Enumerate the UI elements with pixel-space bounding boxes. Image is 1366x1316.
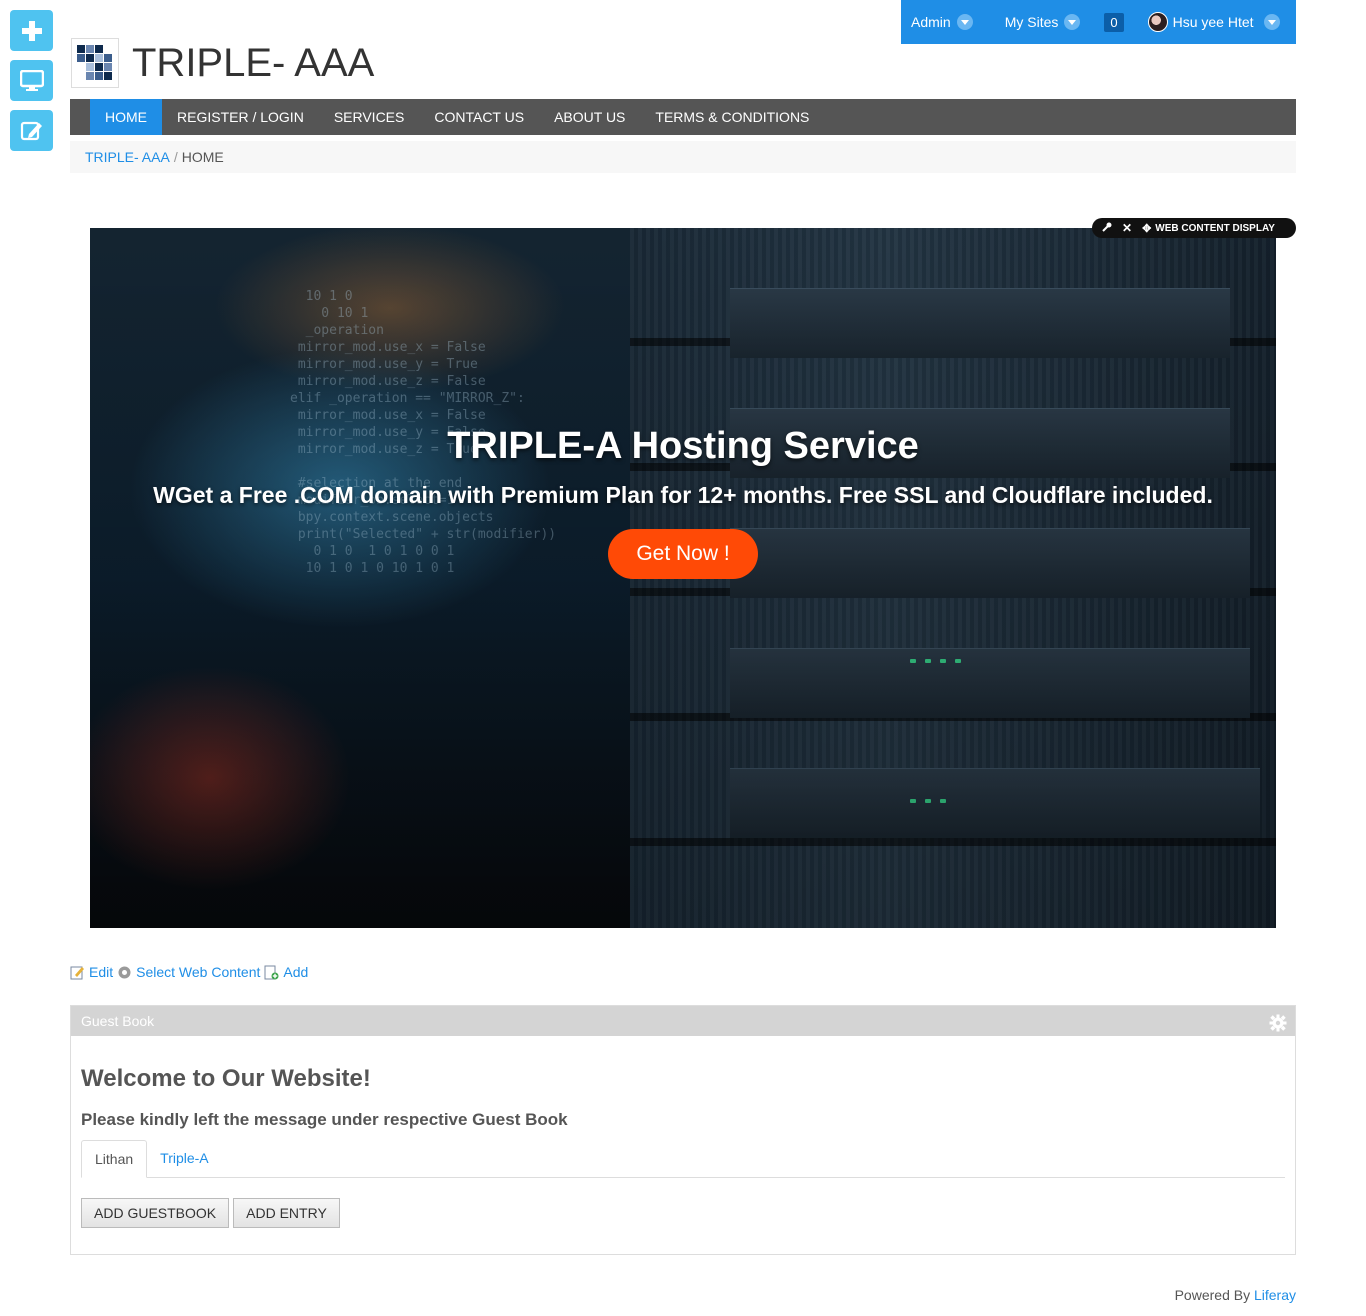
add-guestbook-button[interactable]: ADD GUESTBOOK: [81, 1198, 230, 1228]
user-menu[interactable]: Hsu yee Htet: [1134, 0, 1290, 44]
footer: Powered By Liferay: [1175, 1287, 1296, 1303]
edit-controls-button[interactable]: [10, 110, 53, 151]
tab-triple-a[interactable]: Triple-A: [147, 1140, 222, 1177]
tab-lithan[interactable]: Lithan: [81, 1140, 148, 1178]
hero-title: TRIPLE-A Hosting Service: [447, 425, 919, 467]
guestbook-actions: ADD GUESTBOOK ADD ENTRY: [81, 1198, 1285, 1228]
preview-button[interactable]: [10, 60, 53, 101]
edit-icon: [20, 120, 44, 142]
guestbook-heading: Welcome to Our Website!: [81, 1065, 371, 1092]
portlet-title: WEB CONTENT DISPLAY: [1155, 222, 1275, 234]
chevron-down-icon: [1064, 14, 1081, 30]
edit-label: Edit: [89, 964, 114, 980]
guestbook-tabs: Lithan Triple-A: [81, 1140, 1285, 1178]
nav-item-register-login[interactable]: REGISTER / LOGIN: [162, 99, 319, 135]
wrench-icon[interactable]: [1102, 222, 1112, 235]
notification-count: 0: [1104, 12, 1124, 32]
nav-item-services[interactable]: SERVICES: [319, 99, 420, 135]
site-logo[interactable]: TRIPLE- AAA: [71, 38, 374, 88]
add-button[interactable]: [10, 10, 53, 51]
nav-item-about-us[interactable]: ABOUT US: [539, 99, 640, 135]
select-web-content-label: Select Web Content: [136, 964, 261, 980]
control-dock: [10, 10, 54, 160]
notifications[interactable]: 0: [1090, 0, 1133, 44]
nav-item-terms[interactable]: TERMS & CONDITIONS: [640, 99, 824, 135]
add-link[interactable]: Add: [264, 964, 308, 980]
add-entry-button[interactable]: ADD ENTRY: [233, 1198, 340, 1228]
liferay-link[interactable]: Liferay: [1254, 1287, 1296, 1303]
portlet-topper: ✕ ✥ WEB CONTENT DISPLAY: [1092, 218, 1296, 238]
breadcrumb-separator: /: [173, 149, 178, 165]
guestbook-subheading: Please kindly left the message under res…: [81, 1110, 568, 1129]
nav-item-home[interactable]: HOME: [90, 99, 162, 135]
breadcrumb-current: HOME: [181, 149, 224, 165]
guestbook-portlet: Guest Book Welcome to Our Website! Pleas…: [70, 1005, 1296, 1255]
select-web-content-link[interactable]: Select Web Content: [117, 964, 260, 980]
breadcrumb: TRIPLE- AAA / HOME: [70, 141, 1296, 173]
preview-icon: [19, 69, 44, 92]
breadcrumb-site-link[interactable]: TRIPLE- AAA: [85, 149, 170, 165]
guestbook-header: Guest Book: [71, 1006, 1295, 1036]
edit-icon: [70, 965, 85, 980]
site-title: TRIPLE- AAA: [132, 40, 375, 85]
chevron-down-icon: [1263, 14, 1280, 30]
nav-item-contact-us[interactable]: CONTACT US: [419, 99, 539, 135]
my-sites-menu[interactable]: My Sites: [983, 0, 1091, 44]
get-now-button[interactable]: Get Now !: [608, 529, 758, 579]
admin-menu[interactable]: Admin: [901, 0, 983, 44]
gear-icon[interactable]: [1269, 1012, 1287, 1032]
gear-icon: [117, 965, 132, 980]
my-sites-label: My Sites: [1004, 14, 1059, 30]
main-navigation: HOME REGISTER / LOGIN SERVICES CONTACT U…: [70, 99, 1296, 135]
guestbook-portlet-title: Guest Book: [81, 1013, 155, 1029]
add-icon: [21, 20, 43, 42]
logo-icon: [71, 38, 119, 88]
admin-label: Admin: [911, 14, 951, 30]
hero-banner: 10 1 0 0 10 1 _operation mirror_mod.use_…: [90, 228, 1276, 928]
user-name: Hsu yee Htet: [1172, 14, 1254, 30]
close-icon[interactable]: ✕: [1122, 221, 1132, 235]
add-label: Add: [283, 964, 309, 980]
hero-subtitle: WGet a Free .COM domain with Premium Pla…: [153, 482, 1213, 508]
content-edit-bar: Edit Select Web Content Add: [70, 964, 312, 980]
avatar: [1147, 12, 1168, 32]
chevron-down-icon: [956, 14, 973, 30]
user-bar: Admin My Sites 0 Hsu yee Htet: [901, 0, 1296, 44]
move-icon[interactable]: ✥: [1142, 222, 1151, 235]
add-page-icon: [264, 965, 279, 980]
edit-link[interactable]: Edit: [70, 964, 113, 980]
footer-prefix: Powered By: [1174, 1287, 1251, 1303]
